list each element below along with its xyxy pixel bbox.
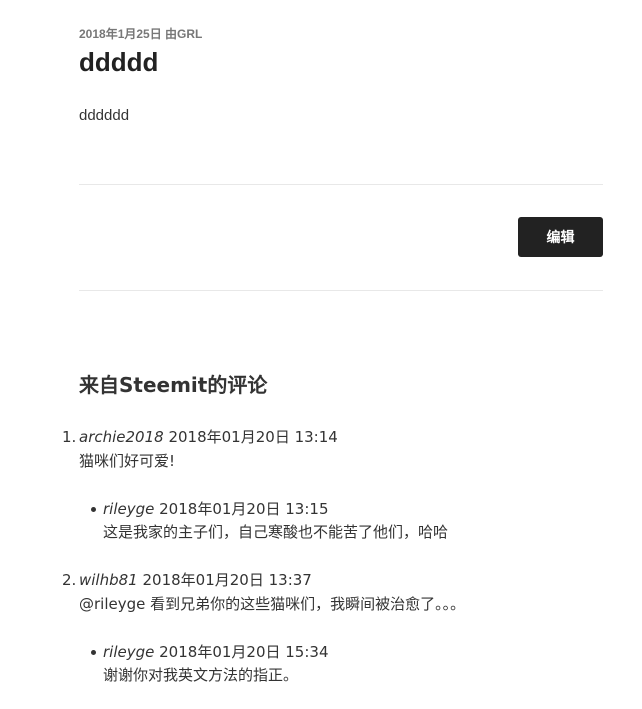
- comment-text: 猫咪们好可爱!: [79, 452, 176, 470]
- post-title: ddddd: [79, 47, 159, 77]
- reply-text: 谢谢你对我英文方法的指正。: [103, 666, 299, 684]
- comment-author: wilhb81: [79, 571, 138, 589]
- comment-date: 2018年01月20日 13:14: [168, 428, 338, 446]
- comment-date: 2018年01月20日 13:37: [142, 571, 312, 589]
- comment-number: 1.: [62, 428, 77, 446]
- reply-author: rileyge: [103, 643, 155, 661]
- comment-number: 2.: [62, 571, 77, 589]
- divider: [79, 184, 603, 185]
- reply-text: 这是我家的主子们，自己寒酸也不能苦了他们，哈哈: [103, 523, 449, 541]
- reply-date: 2018年01月20日 15:34: [159, 643, 329, 661]
- comments-heading: 来自Steemit的评论: [79, 373, 268, 397]
- comment-author: archie2018: [79, 428, 164, 446]
- edit-button[interactable]: 编辑: [518, 217, 603, 257]
- comment-text: @rileyge 看到兄弟你的这些猫咪们，我瞬间被治愈了。。。: [79, 595, 466, 613]
- divider: [79, 290, 603, 291]
- post-body: dddddd: [79, 107, 130, 124]
- comment-header: wilhb81 2018年01月20日 13:37: [79, 570, 312, 590]
- reply-date: 2018年01月20日 13:15: [159, 500, 329, 518]
- reply-author: rileyge: [103, 500, 155, 518]
- comment-header: archie2018 2018年01月20日 13:14: [79, 427, 338, 447]
- bullet-icon: [91, 650, 96, 655]
- reply-header: rileyge 2018年01月20日 13:15: [103, 499, 328, 519]
- reply-header: rileyge 2018年01月20日 15:34: [103, 642, 328, 662]
- bullet-icon: [91, 507, 96, 512]
- post-meta: 2018年1月25日 由GRL: [79, 27, 203, 41]
